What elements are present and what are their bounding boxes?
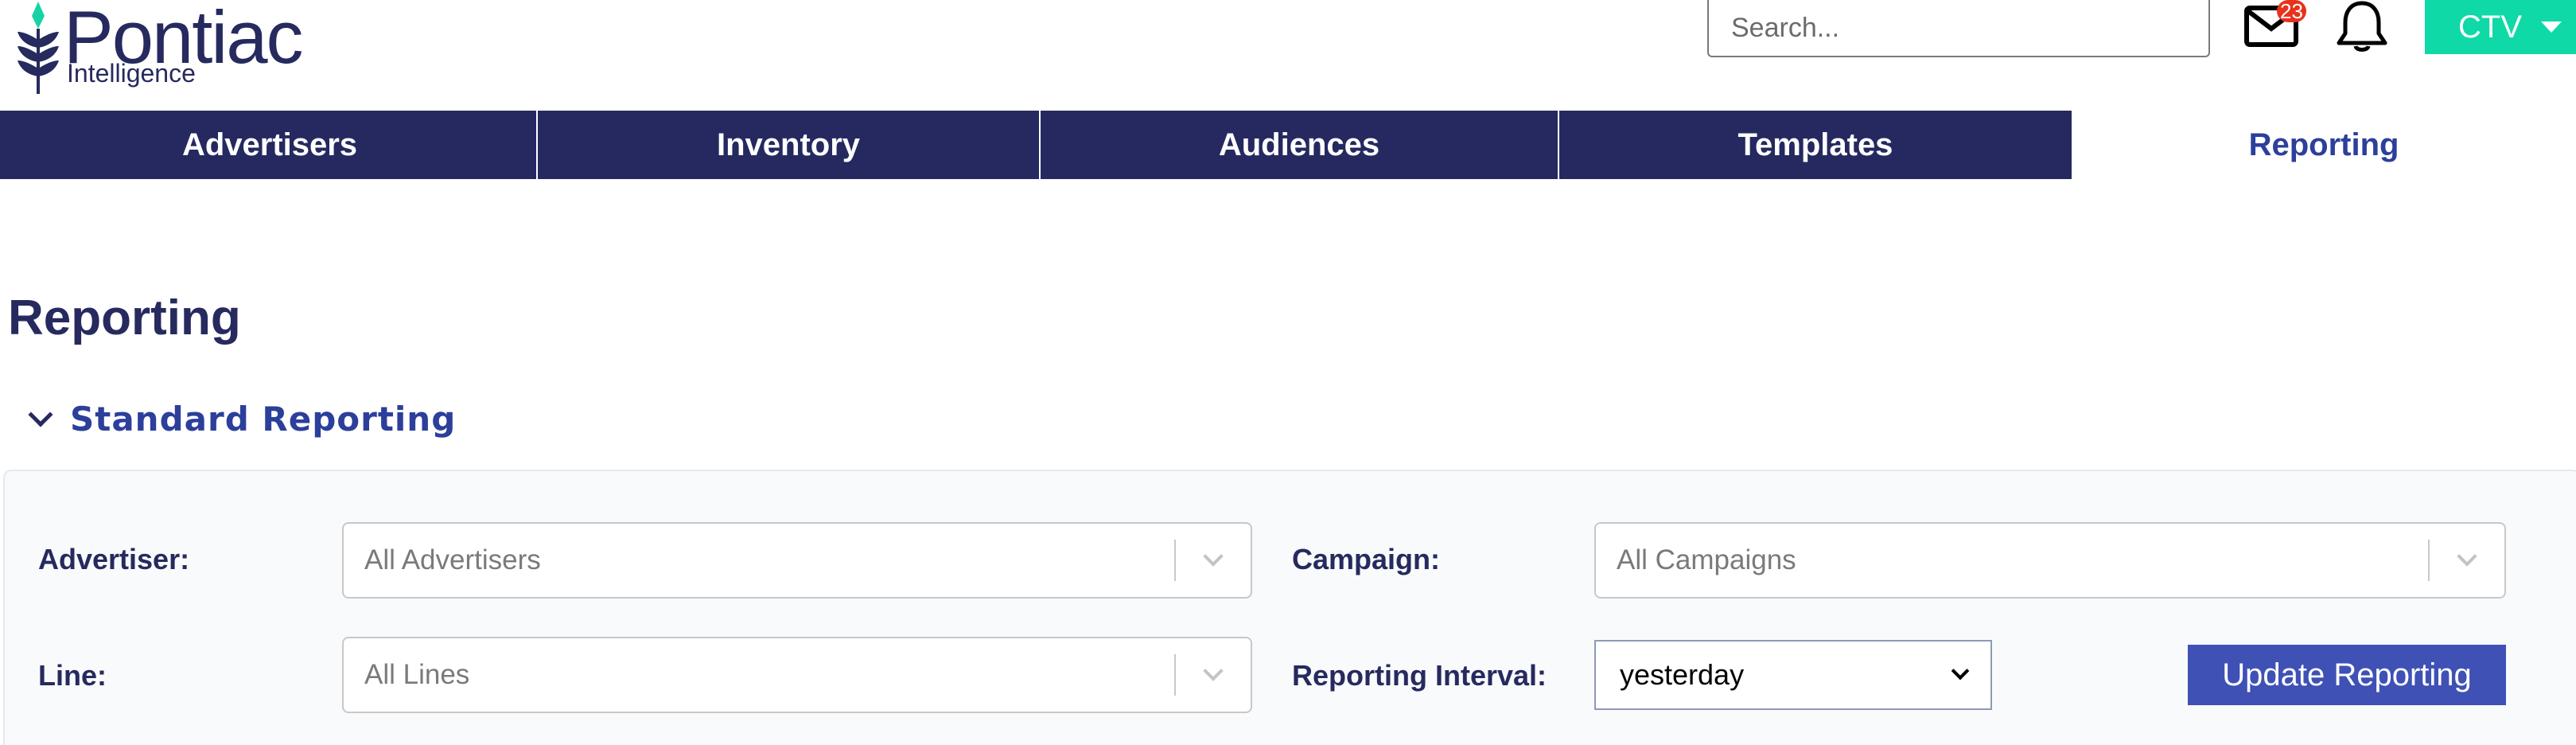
- ctv-dropdown-button[interactable]: CTV: [2425, 0, 2576, 54]
- main-nav-tabs: Advertisers Inventory Audiences Template…: [0, 111, 2576, 179]
- tab-audiences[interactable]: Audiences: [1039, 111, 1558, 179]
- line-select-value: All Lines: [364, 659, 470, 690]
- tab-reporting[interactable]: Reporting: [2072, 111, 2576, 179]
- reporting-interval-label: Reporting Interval:: [1292, 659, 1547, 692]
- chevron-down-icon: [2457, 546, 2477, 567]
- advertiser-dropdown-indicator[interactable]: [1176, 524, 1251, 597]
- campaign-select[interactable]: All Campaigns: [1594, 522, 2506, 599]
- caret-down-icon: [2541, 21, 2562, 33]
- advertiser-select-value: All Advertisers: [364, 544, 541, 575]
- ctv-label: CTV: [2458, 9, 2522, 45]
- page-title: Reporting: [8, 291, 241, 345]
- line-select[interactable]: All Lines: [342, 637, 1252, 713]
- campaign-label: Campaign:: [1292, 543, 1441, 575]
- reporting-interval-value: yesterday: [1620, 658, 1745, 691]
- chevron-down-icon: [28, 401, 53, 427]
- chevron-down-icon: [1951, 661, 1970, 681]
- campaign-dropdown-indicator[interactable]: [2430, 524, 2504, 597]
- standard-reporting-toggle[interactable]: Standard Reporting: [28, 400, 457, 439]
- logo-subtitle: Intelligence: [67, 59, 196, 88]
- tab-advertisers[interactable]: Advertisers: [0, 111, 536, 179]
- update-reporting-button[interactable]: Update Reporting: [2188, 645, 2506, 705]
- wheat-logo-icon: [18, 2, 59, 94]
- line-label: Line:: [38, 659, 107, 692]
- chevron-down-icon: [1203, 546, 1224, 567]
- bell-icon: [2337, 1, 2387, 52]
- line-dropdown-indicator[interactable]: [1176, 638, 1251, 712]
- tab-templates[interactable]: Templates: [1558, 111, 2072, 179]
- mail-count-badge: 23: [2277, 0, 2306, 22]
- chevron-down-icon: [1203, 661, 1224, 681]
- pontiac-logo[interactable]: Pontiac Intelligence: [14, 0, 317, 99]
- search-input[interactable]: [1707, 0, 2210, 57]
- notifications-button[interactable]: [2334, 0, 2390, 53]
- reporting-interval-select[interactable]: yesterday: [1594, 640, 1992, 710]
- advertiser-select[interactable]: All Advertisers: [342, 522, 1252, 599]
- tab-inventory[interactable]: Inventory: [536, 111, 1039, 179]
- campaign-select-value: All Campaigns: [1617, 544, 1796, 575]
- section-title: Standard Reporting: [70, 400, 457, 439]
- advertiser-label: Advertiser:: [38, 543, 190, 575]
